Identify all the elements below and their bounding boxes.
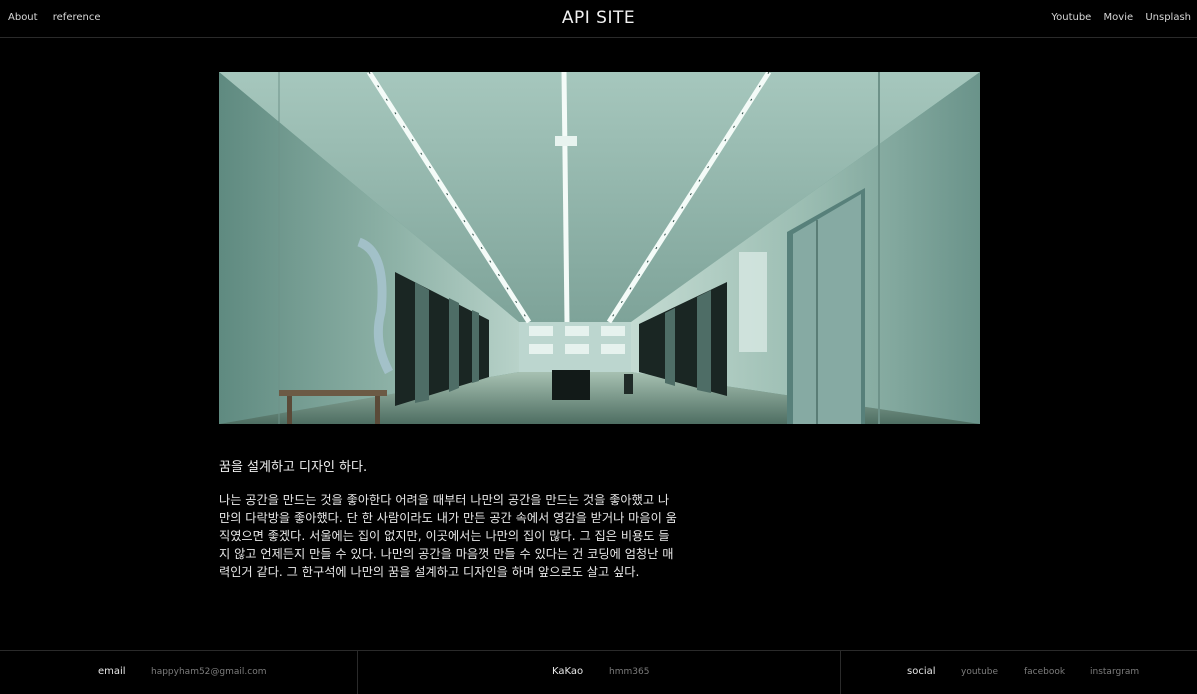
hero-image (219, 72, 980, 424)
social-instagram-link[interactable]: instargram (1090, 667, 1139, 677)
social-label: social (907, 666, 936, 677)
nav-youtube-link[interactable]: Youtube (1051, 12, 1091, 23)
footer-kakao-section: KaKao hmm365 (358, 651, 841, 694)
footer-email-section: email happyham52@gmail.com (0, 651, 358, 694)
content-heading: 꿈을 설계하고 디자인 하다. (219, 460, 368, 475)
site-header: About reference API SITE Youtube Movie U… (0, 0, 1197, 38)
email-label: email (98, 666, 126, 677)
content-body: 나는 공간을 만드는 것을 좋아한다 어려을 때부터 나만의 공간을 만드는 것… (219, 493, 677, 579)
corridor-photo (219, 72, 980, 424)
email-link[interactable]: happyham52@gmail.com (151, 667, 267, 677)
site-title[interactable]: API SITE (0, 8, 1197, 28)
nav-right: Youtube Movie Unsplash (1042, 12, 1191, 23)
nav-unsplash-link[interactable]: Unsplash (1145, 12, 1191, 23)
footer-social-section: social youtube facebook instargram (841, 651, 1197, 694)
kakao-id[interactable]: hmm365 (609, 667, 649, 677)
social-facebook-link[interactable]: facebook (1024, 667, 1065, 677)
kakao-label: KaKao (552, 666, 584, 677)
nav-movie-link[interactable]: Movie (1104, 12, 1134, 23)
social-youtube-link[interactable]: youtube (961, 667, 998, 677)
site-footer: email happyham52@gmail.com KaKao hmm365 … (0, 650, 1197, 694)
